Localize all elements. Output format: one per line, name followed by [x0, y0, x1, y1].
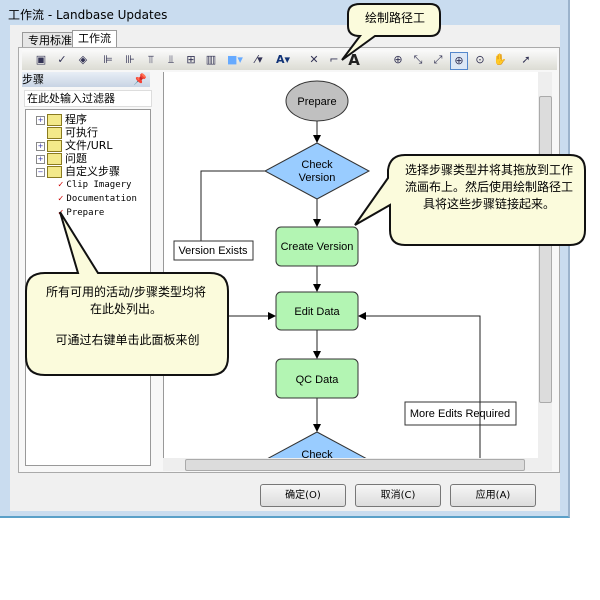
steps-list-callout-text-2: 可通过右键单击此面板来创 — [55, 333, 200, 347]
draw-path-callout-text: 绘制路径工 — [364, 11, 425, 25]
steps-drag-callout-text: 选择步骤类型并将其拖放到工作流画布上。然后使用绘制路径工具将这些步骤链接起来。 — [404, 163, 573, 211]
steps-list-callout-text-1: 所有可用的活动/步骤类型均将在此处列出。 — [45, 285, 207, 316]
